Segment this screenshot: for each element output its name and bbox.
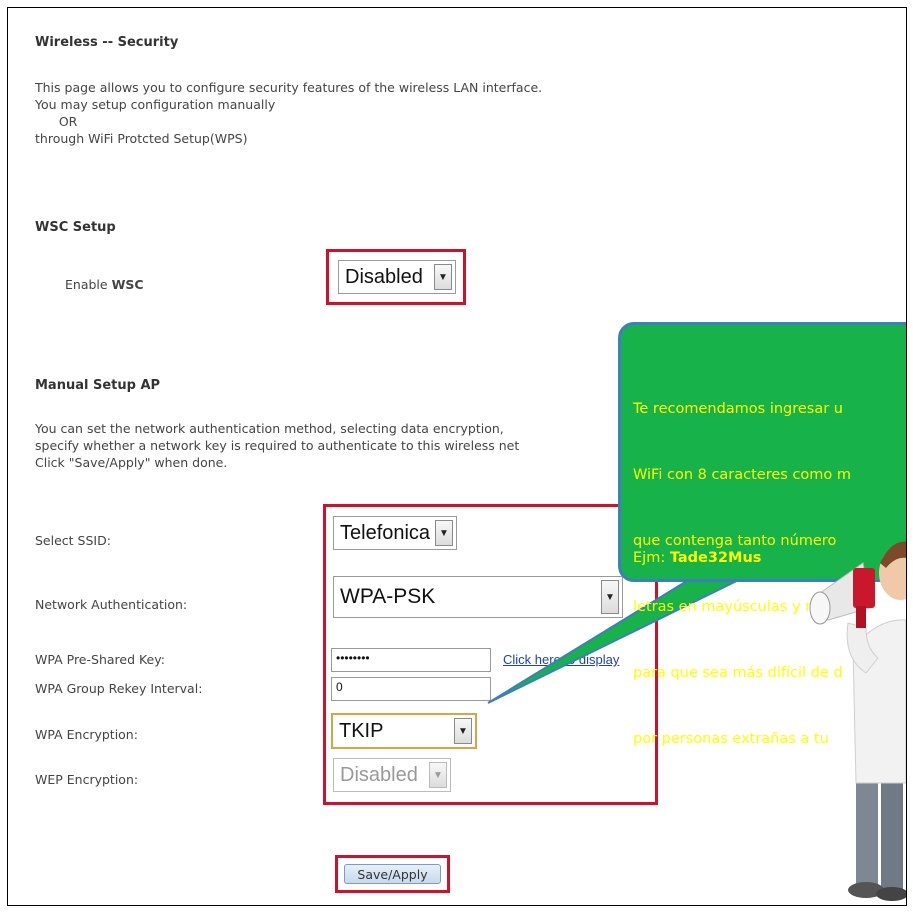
boy-leg	[856, 768, 878, 888]
boy-with-megaphone-illustration	[809, 541, 906, 901]
megaphone-bell	[809, 591, 831, 625]
boy-leg	[881, 768, 903, 893]
megaphone-handle	[853, 568, 875, 608]
router-config-panel: Wireless -- Security This page allows yo…	[7, 7, 907, 906]
megaphone-grip	[856, 606, 866, 628]
